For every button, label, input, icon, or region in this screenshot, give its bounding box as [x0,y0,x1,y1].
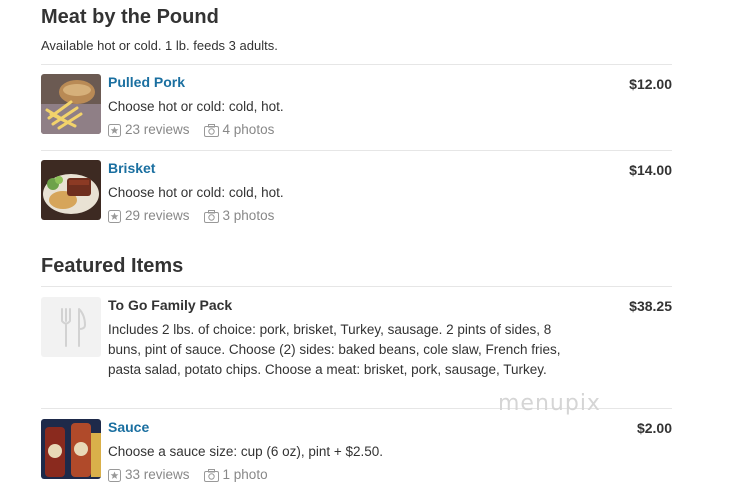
photos-count: 3 photos [222,208,275,223]
item-price: $2.00 [636,420,672,436]
photos-count: 1 photo [222,467,268,482]
item-body: Pulled Pork Choose hot or cold: cold, ho… [108,74,672,150]
fork-knife-icon [61,308,86,347]
menu-item-to-go-family-pack[interactable]: To Go Family Pack Includes 2 lbs. of cho… [41,287,672,408]
item-meta: 23 reviews 4 photos [108,121,672,139]
item-body: Sauce Choose a sauce size: cup (6 oz), p… [108,419,672,484]
item-name: To Go Family Pack [108,297,233,313]
star-box-icon [108,123,121,137]
reviews-count: 23 reviews [125,122,190,137]
item-name-link[interactable]: Brisket [108,160,672,177]
camera-icon [203,123,219,137]
photos-link[interactable]: 3 photos [203,207,275,225]
photos-count: 4 photos [222,122,275,137]
reviews-count: 33 reviews [125,467,190,482]
item-price: $14.00 [629,162,672,178]
camera-icon [203,468,219,482]
item-price: $12.00 [629,76,672,92]
item-description: Includes 2 lbs. of choice: pork, brisket… [108,322,561,377]
section-meat-by-the-pound: Meat by the Pound Available hot or cold.… [41,0,672,236]
menu-item-sauce[interactable]: Sauce Choose a sauce size: cup (6 oz), p… [41,409,672,484]
item-description: Choose hot or cold: cold, hot. [108,185,284,200]
camera-icon [203,209,219,223]
section-title: Meat by the Pound [41,6,219,28]
item-meta: 29 reviews 3 photos [108,207,672,225]
reviews-link[interactable]: 23 reviews [108,121,190,139]
star-box-icon [108,209,121,223]
reviews-link[interactable]: 29 reviews [108,207,190,225]
photos-link[interactable]: 1 photo [203,466,268,484]
watermark-logo: menupix [498,391,601,416]
item-description: Choose a sauce size: cup (6 oz), pint + … [108,444,384,459]
item-name-link[interactable]: Sauce [108,419,672,436]
reviews-count: 29 reviews [125,208,190,223]
item-description: Choose hot or cold: cold, hot. [108,99,284,114]
item-name-link[interactable]: Pulled Pork [108,74,672,91]
section-title: Featured Items [41,255,184,277]
sauce-bottles-photo-thumbnail[interactable] [41,419,101,479]
item-body: Brisket Choose hot or cold: cold, hot. 2… [108,160,672,236]
menu-item-brisket[interactable]: Brisket Choose hot or cold: cold, hot. 2… [41,151,672,236]
section-featured-items: Featured Items To Go Family Pack Include… [41,236,672,484]
fries-photo-thumbnail[interactable] [41,74,101,134]
menu-item-pulled-pork[interactable]: Pulled Pork Choose hot or cold: cold, ho… [41,65,672,150]
item-price: $38.25 [629,298,672,314]
item-meta: 33 reviews 1 photo [108,466,672,484]
section-description: Available hot or cold. 1 lb. feeds 3 adu… [41,38,278,53]
reviews-link[interactable]: 33 reviews [108,466,190,484]
brisket-photo-thumbnail[interactable] [41,160,101,220]
placeholder-thumbnail [41,297,101,357]
star-box-icon [108,468,121,482]
photos-link[interactable]: 4 photos [203,121,275,139]
